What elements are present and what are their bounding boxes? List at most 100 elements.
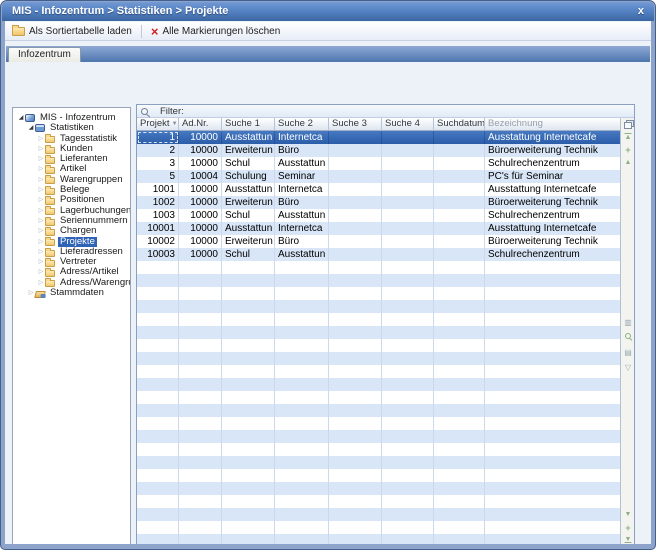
table-cell — [434, 326, 485, 339]
collapsed-arrow-icon[interactable]: ▷ — [37, 216, 45, 226]
tree-item-lieferadressen[interactable]: ▷Lieferadressen — [13, 247, 130, 257]
table-cell — [329, 404, 382, 417]
filter-panel-icon[interactable]: ▽ — [621, 363, 635, 373]
collapsed-arrow-icon[interactable]: ▷ — [37, 257, 45, 267]
load-sort-table-button[interactable]: Als Sortiertabelle laden — [5, 23, 139, 40]
table-row[interactable]: 100210000ErweiterunBüroBüroerweiterung T… — [137, 196, 621, 209]
tree-item-lagerbuchungen[interactable]: ▷Lagerbuchungen — [13, 206, 130, 216]
table-cell — [382, 534, 434, 544]
column-header-suche-1[interactable]: Suche 1 — [222, 118, 275, 131]
table-cell — [275, 443, 329, 456]
table-row[interactable]: 100110000AusstattunInternetcaAusstattung… — [137, 183, 621, 196]
collapsed-arrow-icon[interactable]: ▷ — [37, 278, 45, 288]
table-cell — [179, 365, 222, 378]
column-header-suchdatum[interactable]: Suchdatum — [434, 118, 485, 131]
table-cell: Schulrechenzentrum — [485, 209, 621, 222]
column-header-suche-4[interactable]: Suche 4 — [382, 118, 434, 131]
table-cell — [179, 443, 222, 456]
tree-item-seriennummern[interactable]: ▷Seriennummern — [13, 216, 130, 226]
table-cell — [382, 209, 434, 222]
table-cell — [434, 157, 485, 170]
app-window: MIS - Infozentrum > Statistiken > Projek… — [0, 0, 656, 550]
collapsed-arrow-icon[interactable]: ▷ — [37, 144, 45, 154]
tab-infozentrum[interactable]: Infozentrum — [8, 47, 81, 62]
tree-item-tagesstatistik[interactable]: ▷Tagesstatistik — [13, 134, 130, 144]
table-cell — [434, 534, 485, 544]
window-titlebar[interactable]: MIS - Infozentrum > Statistiken > Projek… — [2, 2, 654, 21]
tree-item-kunden[interactable]: ▷Kunden — [13, 144, 130, 154]
rows-panel-icon[interactable]: ▤ — [621, 348, 635, 358]
table-row[interactable]: 510004SchulungSeminarPC's für Seminar — [137, 170, 621, 183]
tree-item-projekte[interactable]: ▷Projekte — [13, 237, 130, 247]
table-row[interactable]: 1000210000ErweiterunBüroBüroerweiterung … — [137, 235, 621, 248]
table-row-empty — [137, 352, 621, 365]
table-cell — [485, 482, 621, 495]
add-mark-bottom-icon[interactable]: + — [621, 523, 635, 533]
table-cell — [275, 365, 329, 378]
collapsed-arrow-icon[interactable]: ▷ — [37, 134, 45, 144]
column-header-suche-2[interactable]: Suche 2 — [275, 118, 329, 131]
column-header-bezeichnung[interactable]: Bezeichnung — [485, 118, 621, 131]
tree-item-adress-warengruppen[interactable]: ▷Adress/Warengruppen — [13, 278, 130, 288]
table-cell — [434, 521, 485, 534]
collapsed-arrow-icon[interactable]: ▷ — [37, 185, 45, 195]
go-last-icon[interactable]: ▼ — [621, 535, 635, 544]
collapsed-arrow-icon[interactable]: ▷ — [37, 175, 45, 185]
column-header-label: Suche 1 — [225, 118, 260, 130]
expanded-arrow-icon[interactable]: ◢ — [17, 113, 25, 123]
collapsed-arrow-icon[interactable]: ▷ — [37, 237, 45, 247]
table-cell — [329, 339, 382, 352]
tree-item-adress-artikel[interactable]: ▷Adress/Artikel — [13, 267, 130, 277]
columns-panel-icon[interactable]: ▥ — [621, 318, 635, 328]
collapsed-arrow-icon[interactable]: ▷ — [37, 206, 45, 216]
tree-item-vertreter[interactable]: ▷Vertreter — [13, 257, 130, 267]
grid-filter-row[interactable]: Filter: — [137, 105, 634, 118]
tree-item-artikel[interactable]: ▷Artikel — [13, 164, 130, 174]
tree-item-statistiken[interactable]: ◢Statistiken — [13, 123, 130, 133]
table-cell — [275, 274, 329, 287]
tree-item-lieferanten[interactable]: ▷Lieferanten — [13, 154, 130, 164]
column-chooser-icon[interactable] — [624, 120, 632, 127]
table-cell: Ausstattun — [222, 131, 275, 144]
table-row[interactable]: 310000SchulAusstattunSchulrechenzentrum — [137, 157, 621, 170]
table-row[interactable]: 110000AusstattunInternetcaAusstattung In… — [137, 131, 621, 144]
table-cell — [485, 521, 621, 534]
tree-item-mis-infozentrum[interactable]: ◢MIS - Infozentrum — [13, 113, 130, 123]
table-cell — [329, 144, 382, 157]
expanded-arrow-icon[interactable]: ◢ — [27, 123, 35, 133]
table-cell — [329, 378, 382, 391]
column-header-suche-3[interactable]: Suche 3 — [329, 118, 382, 131]
collapsed-arrow-icon[interactable]: ▷ — [37, 195, 45, 205]
table-cell — [434, 495, 485, 508]
collapsed-arrow-icon[interactable]: ▷ — [37, 247, 45, 257]
collapsed-arrow-icon[interactable]: ▷ — [37, 164, 45, 174]
table-cell — [275, 352, 329, 365]
close-icon[interactable]: x — [638, 2, 644, 21]
tree-item-stammdaten[interactable]: ▷Stammdaten — [13, 288, 130, 298]
collapsed-arrow-icon[interactable]: ▷ — [37, 226, 45, 236]
grid-search-icon[interactable] — [624, 332, 633, 341]
table-cell — [434, 339, 485, 352]
column-header-projekt[interactable]: Projekt▼ — [137, 118, 179, 131]
scroll-down-icon[interactable]: ▼ — [621, 510, 635, 520]
column-header-ad-nr-[interactable]: Ad.Nr. — [179, 118, 222, 131]
scroll-up-icon[interactable]: ▲ — [621, 158, 635, 168]
collapsed-arrow-icon[interactable]: ▷ — [37, 154, 45, 164]
table-cell: Schulrechenzentrum — [485, 157, 621, 170]
table-row[interactable]: 210000ErweiterunBüroBüroerweiterung Tech… — [137, 144, 621, 157]
table-row[interactable]: 100310000SchulAusstattunSchulrechenzentr… — [137, 209, 621, 222]
tree-item-positionen[interactable]: ▷Positionen — [13, 195, 130, 205]
go-first-icon[interactable]: ▲ — [621, 133, 635, 143]
table-cell — [222, 378, 275, 391]
add-mark-icon[interactable]: + — [621, 145, 635, 155]
tree-item-belege[interactable]: ▷Belege — [13, 185, 130, 195]
clear-marks-button[interactable]: × Alle Markierungen löschen — [144, 23, 287, 40]
collapsed-arrow-icon[interactable]: ▷ — [37, 267, 45, 277]
tree-item-warengruppen[interactable]: ▷Warengruppen — [13, 175, 130, 185]
table-row[interactable]: 1000310000SchulAusstattunSchulrechenzent… — [137, 248, 621, 261]
tree-item-chargen[interactable]: ▷Chargen — [13, 226, 130, 236]
table-cell — [329, 521, 382, 534]
table-cell — [222, 313, 275, 326]
table-row[interactable]: 1000110000AusstattunInternetcaAusstattun… — [137, 222, 621, 235]
table-cell — [485, 430, 621, 443]
